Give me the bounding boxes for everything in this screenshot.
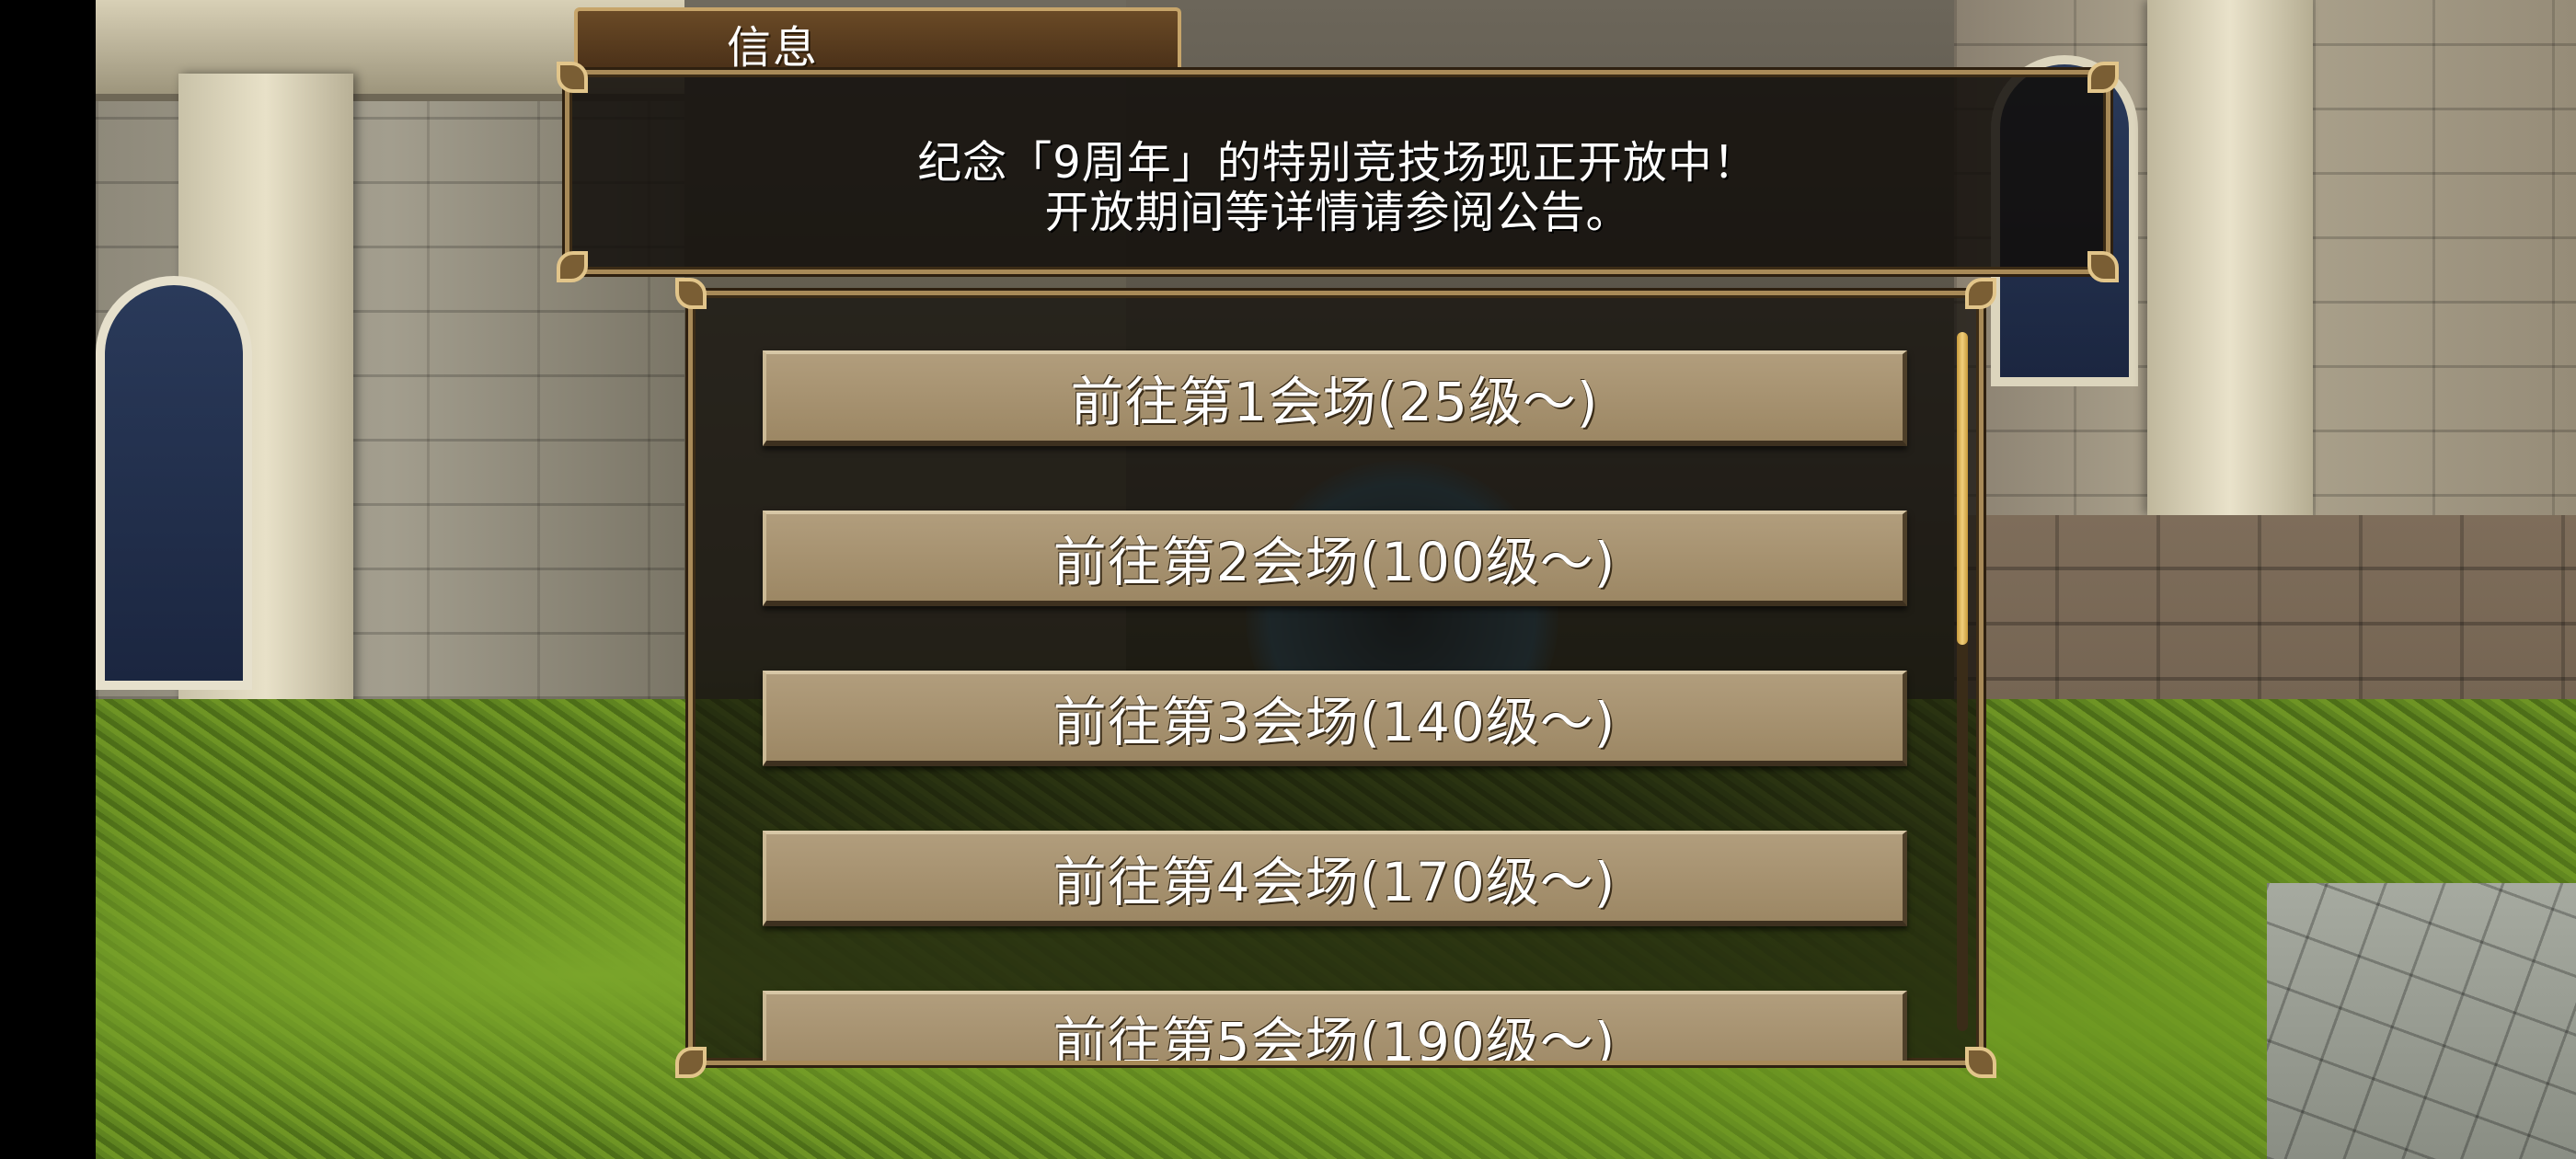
- venue-1-button[interactable]: 前往第1会场(25级～): [763, 350, 1907, 446]
- venue-1-label: 前往第1会场(25级～): [1070, 371, 1599, 433]
- stone-pillar-right: [2147, 0, 2313, 515]
- venue-4-button[interactable]: 前往第4会场(170级～): [763, 831, 1907, 926]
- venue-4-label: 前往第4会场(170级～): [1052, 851, 1616, 913]
- venue-list-panel[interactable]: 前往第1会场(25级～) 前往第2会场(100级～) 前往第3会场(140级～)…: [688, 291, 1984, 1065]
- dialog-title: 信息: [727, 22, 820, 74]
- stone-floor-tiles: [2267, 883, 2576, 1159]
- message-box: 纪念「9周年」的特别竞技场现正开放中！ 开放期间等详情请参阅公告。: [557, 62, 2119, 282]
- ornament-corner-icon: [1965, 1047, 1996, 1078]
- ornament-corner-icon: [675, 278, 707, 309]
- game-screen: 信息 纪念「9周年」的特别竞技场现正开放中！ 开放期间等详情请参阅公告。 前往第…: [0, 0, 2576, 1159]
- venue-3-button[interactable]: 前往第3会场(140级～): [763, 671, 1907, 766]
- ornament-corner-icon: [2087, 251, 2119, 282]
- venue-5-button[interactable]: 前往第5会场(190级～): [763, 991, 1907, 1065]
- venue-2-label: 前往第2会场(100级～): [1052, 531, 1616, 593]
- dialog-title-tab: [574, 7, 1181, 70]
- venue-2-button[interactable]: 前往第2会场(100级～): [763, 511, 1907, 606]
- list-scrollbar[interactable]: [1957, 332, 1968, 1031]
- message-line-2: 开放期间等详情请参阅公告。: [1044, 187, 1631, 238]
- venue-3-label: 前往第3会场(140级～): [1052, 691, 1616, 753]
- letterbox-bar: [0, 0, 96, 1159]
- scrollbar-thumb[interactable]: [1957, 332, 1968, 645]
- venue-5-label: 前往第5会场(190级～): [1052, 1011, 1616, 1065]
- arched-window-left: [96, 276, 252, 690]
- ornament-corner-icon: [557, 62, 588, 93]
